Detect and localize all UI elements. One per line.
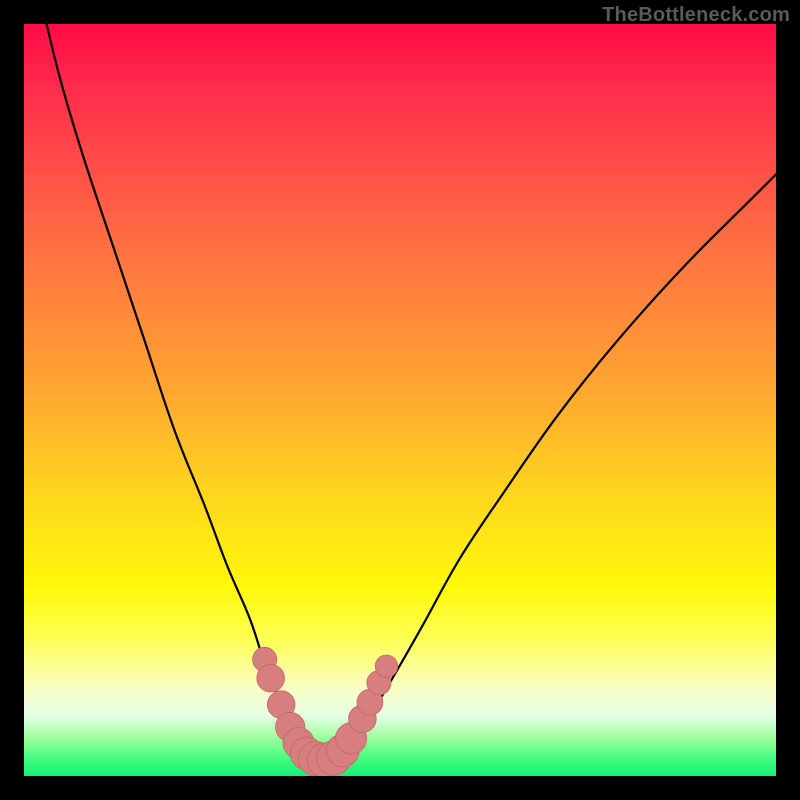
watermark-text: TheBottleneck.com	[602, 4, 790, 27]
bottleneck-curve	[47, 24, 776, 761]
curve-marker	[253, 647, 277, 671]
curve-marker	[290, 737, 323, 770]
curve-layer	[24, 24, 776, 776]
markers-layer	[24, 24, 776, 776]
curve-marker	[298, 741, 333, 776]
curve-marker	[357, 689, 383, 715]
curve-marker	[326, 734, 359, 767]
curve-marker	[257, 664, 285, 692]
curve-marker	[349, 705, 377, 733]
curve-marker	[367, 671, 391, 695]
chart-frame: TheBottleneck.com	[0, 0, 800, 800]
plot-area	[24, 24, 776, 776]
curve-marker	[375, 655, 397, 677]
curve-marker	[276, 712, 305, 741]
curve-marker	[308, 743, 343, 776]
curve-marker	[283, 727, 314, 758]
curve-marker	[267, 691, 295, 719]
curve-marker	[336, 723, 367, 754]
curve-marker	[317, 741, 352, 776]
